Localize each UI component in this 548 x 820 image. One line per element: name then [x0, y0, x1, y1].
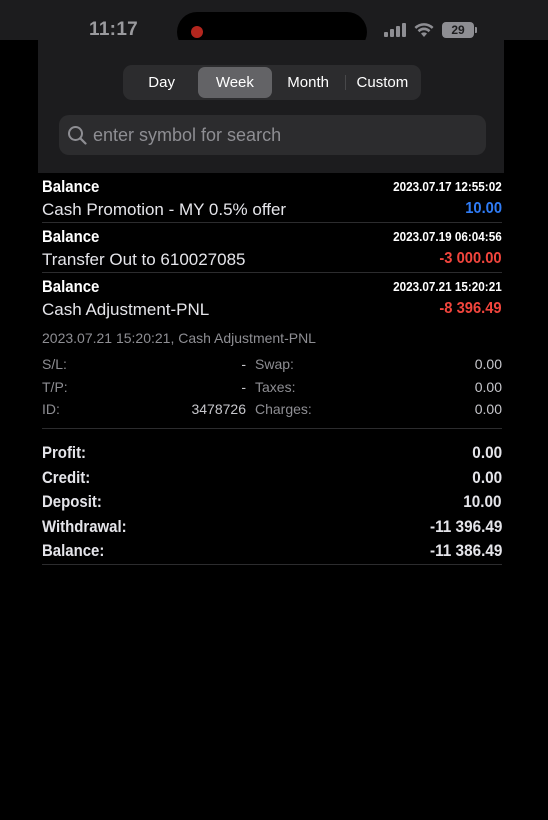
transaction-type: Balance [42, 227, 100, 246]
summary-row-deposit: Deposit: 10.00 [42, 492, 502, 516]
transaction-comment: Cash Promotion - MY 0.5% offer [42, 200, 287, 219]
swap-label: Swap: [255, 356, 294, 372]
credit-value: 0.00 [472, 468, 502, 487]
withdrawal-value: -11 396.49 [429, 517, 502, 536]
credit-label: Credit: [42, 468, 91, 487]
deposit-value: 10.00 [463, 492, 502, 511]
sl-value: - [241, 356, 246, 372]
summary-totals: Profit: 0.00 Credit: 0.00 Deposit: 10.00… [42, 429, 502, 565]
summary-row-withdrawal: Withdrawal: -11 396.49 [42, 517, 502, 541]
tab-week[interactable]: Week [198, 67, 272, 98]
status-bar: 11:17 29 [0, 0, 548, 52]
charges-value: 0.00 [474, 401, 502, 417]
transaction-row[interactable]: Balance 2023.07.19 06:04:56 Transfer Out… [42, 223, 502, 273]
wifi-icon [414, 22, 434, 37]
period-segmented-control: Day Week Month Custom [123, 65, 421, 100]
details-row: ID: 3478726 Charges: 0.00 [42, 401, 502, 419]
profit-label: Profit: [42, 443, 87, 462]
summary-row-balance: Balance: -11 386.49 [42, 541, 502, 565]
history-header: Day Week Month Custom [38, 40, 504, 173]
tab-day[interactable]: Day [125, 67, 198, 98]
id-label: ID: [42, 401, 60, 417]
transaction-amount: -3 000.00 [439, 250, 502, 267]
search-icon [68, 126, 87, 145]
balance-value: -11 386.49 [429, 541, 502, 560]
transaction-row-selected[interactable]: Balance 2023.07.21 15:20:21 Cash Adjustm… [42, 273, 502, 323]
search-bar[interactable] [59, 115, 486, 155]
status-time: 11:17 [89, 19, 139, 40]
transaction-amount: 10.00 [465, 200, 502, 217]
recording-indicator-icon [191, 26, 203, 38]
details-row: T/P: - Taxes: 0.00 [42, 379, 502, 397]
battery-level: 29 [442, 22, 474, 38]
transaction-date: 2023.07.17 12:55:02 [393, 179, 502, 194]
swap-value: 0.00 [474, 356, 502, 372]
battery-icon: 29 [442, 22, 477, 38]
charges-label: Charges: [255, 401, 312, 417]
tab-month[interactable]: Month [272, 67, 345, 98]
transaction-details: 2023.07.21 15:20:21, Cash Adjustment-PNL… [42, 323, 502, 429]
tp-value: - [241, 379, 246, 395]
cellular-signal-icon [384, 23, 406, 37]
transaction-comment: Cash Adjustment-PNL [42, 300, 210, 319]
transaction-date: 2023.07.19 06:04:56 [393, 229, 502, 244]
summary-row-credit: Credit: 0.00 [42, 468, 502, 492]
taxes-label: Taxes: [255, 379, 296, 395]
id-value: 3478726 [191, 401, 246, 417]
transaction-amount: -8 396.49 [439, 300, 502, 317]
summary-row-profit: Profit: 0.00 [42, 443, 502, 467]
transaction-type: Balance [42, 177, 100, 196]
status-icons: 29 [384, 22, 477, 38]
transaction-comment: Transfer Out to 610027085 [42, 250, 246, 269]
withdrawal-label: Withdrawal: [42, 517, 127, 536]
deposit-label: Deposit: [42, 492, 102, 511]
profit-value: 0.00 [472, 443, 502, 462]
details-title: 2023.07.21 15:20:21, Cash Adjustment-PNL [42, 330, 316, 346]
tab-custom[interactable]: Custom [346, 67, 419, 98]
transaction-list: Balance 2023.07.17 12:55:02 Cash Promoti… [42, 173, 502, 565]
transaction-date: 2023.07.21 15:20:21 [393, 279, 502, 294]
balance-label: Balance: [42, 541, 105, 560]
transaction-type: Balance [42, 277, 100, 296]
sl-label: S/L: [42, 356, 67, 372]
tp-label: T/P: [42, 379, 68, 395]
details-row: S/L: - Swap: 0.00 [42, 356, 502, 374]
taxes-value: 0.00 [474, 379, 502, 395]
search-input[interactable] [93, 124, 473, 146]
transaction-row[interactable]: Balance 2023.07.17 12:55:02 Cash Promoti… [42, 173, 502, 223]
